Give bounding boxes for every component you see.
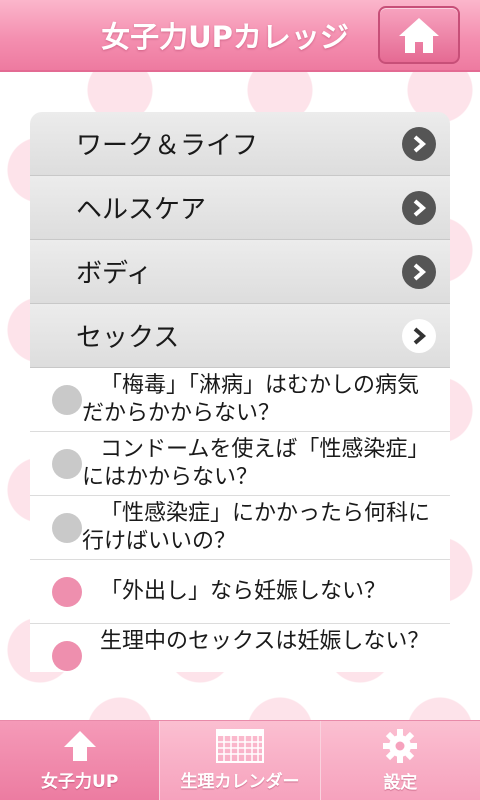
list-item[interactable]: 「外出し」なら妊娠しない？ bbox=[30, 560, 450, 624]
tab-joshiryoku-up[interactable]: 女子力UP bbox=[0, 721, 161, 800]
tab-label: 女子力UP bbox=[41, 772, 119, 792]
list-item-text: 「梅毒」「淋病」はむかしの病気だからかからない？ bbox=[82, 373, 420, 426]
category-body[interactable]: ボディ bbox=[30, 240, 450, 304]
category-label: ボディ bbox=[76, 259, 153, 289]
unread-status-dot bbox=[52, 641, 82, 671]
read-status-dot bbox=[52, 449, 82, 479]
category-label: ヘルスケア bbox=[76, 195, 207, 225]
list-item[interactable]: 「性感染症」にかかったら何科に行けばいいの？ bbox=[30, 496, 450, 560]
list-item-text: 「性感染症」にかかったら何科に行けばいいの？ bbox=[82, 501, 431, 554]
tab-label: 設定 bbox=[383, 773, 418, 793]
list-item-text: 生理中のセックスは妊娠しない？ bbox=[100, 629, 430, 654]
app-header: 女子力UPカレッジ bbox=[0, 0, 480, 72]
chevron-right-icon bbox=[402, 254, 436, 289]
tab-label: 生理カレンダー bbox=[180, 772, 300, 792]
read-status-dot bbox=[52, 513, 82, 543]
read-status-dot bbox=[52, 385, 82, 415]
home-button[interactable] bbox=[378, 6, 460, 64]
unread-status-dot bbox=[52, 577, 82, 607]
calendar-icon bbox=[215, 729, 264, 763]
category-label: ワーク＆ライフ bbox=[76, 131, 259, 161]
category-label: セックス bbox=[76, 323, 180, 353]
chevron-right-icon bbox=[402, 190, 436, 225]
category-sex[interactable]: セックス bbox=[30, 304, 450, 368]
list-item[interactable]: 「梅毒」「淋病」はむかしの病気だからかからない？ bbox=[30, 368, 450, 432]
list-item[interactable]: コンドームを使えば「性感染症」にはかからない？ bbox=[30, 432, 450, 496]
list-item[interactable]: 生理中のセックスは妊娠しない？ bbox=[30, 624, 450, 672]
category-healthcare[interactable]: ヘルスケア bbox=[30, 176, 450, 240]
home-icon bbox=[399, 18, 439, 53]
page-title: 女子力UPカレッジ bbox=[101, 20, 349, 54]
arrow-up-icon bbox=[63, 731, 96, 761]
list-item-text: コンドームを使えば「性感染症」にはかからない？ bbox=[82, 437, 430, 490]
category-work-life[interactable]: ワーク＆ライフ bbox=[30, 112, 450, 176]
list-item-text: 「外出し」なら妊娠しない？ bbox=[100, 579, 387, 604]
article-list: ワーク＆ライフ ヘルスケア ボディ セックス 「梅毒」「淋病」はむかしの病気だか… bbox=[30, 112, 450, 672]
chevron-right-icon bbox=[402, 318, 436, 353]
tab-period-calendar[interactable]: 生理カレンダー bbox=[160, 721, 321, 800]
bottom-tab-bar: 女子力UP 生理カレンダー 設定 bbox=[0, 720, 480, 800]
tab-settings[interactable]: 設定 bbox=[320, 721, 480, 800]
gear-icon bbox=[383, 729, 418, 763]
chevron-right-icon bbox=[402, 126, 436, 161]
